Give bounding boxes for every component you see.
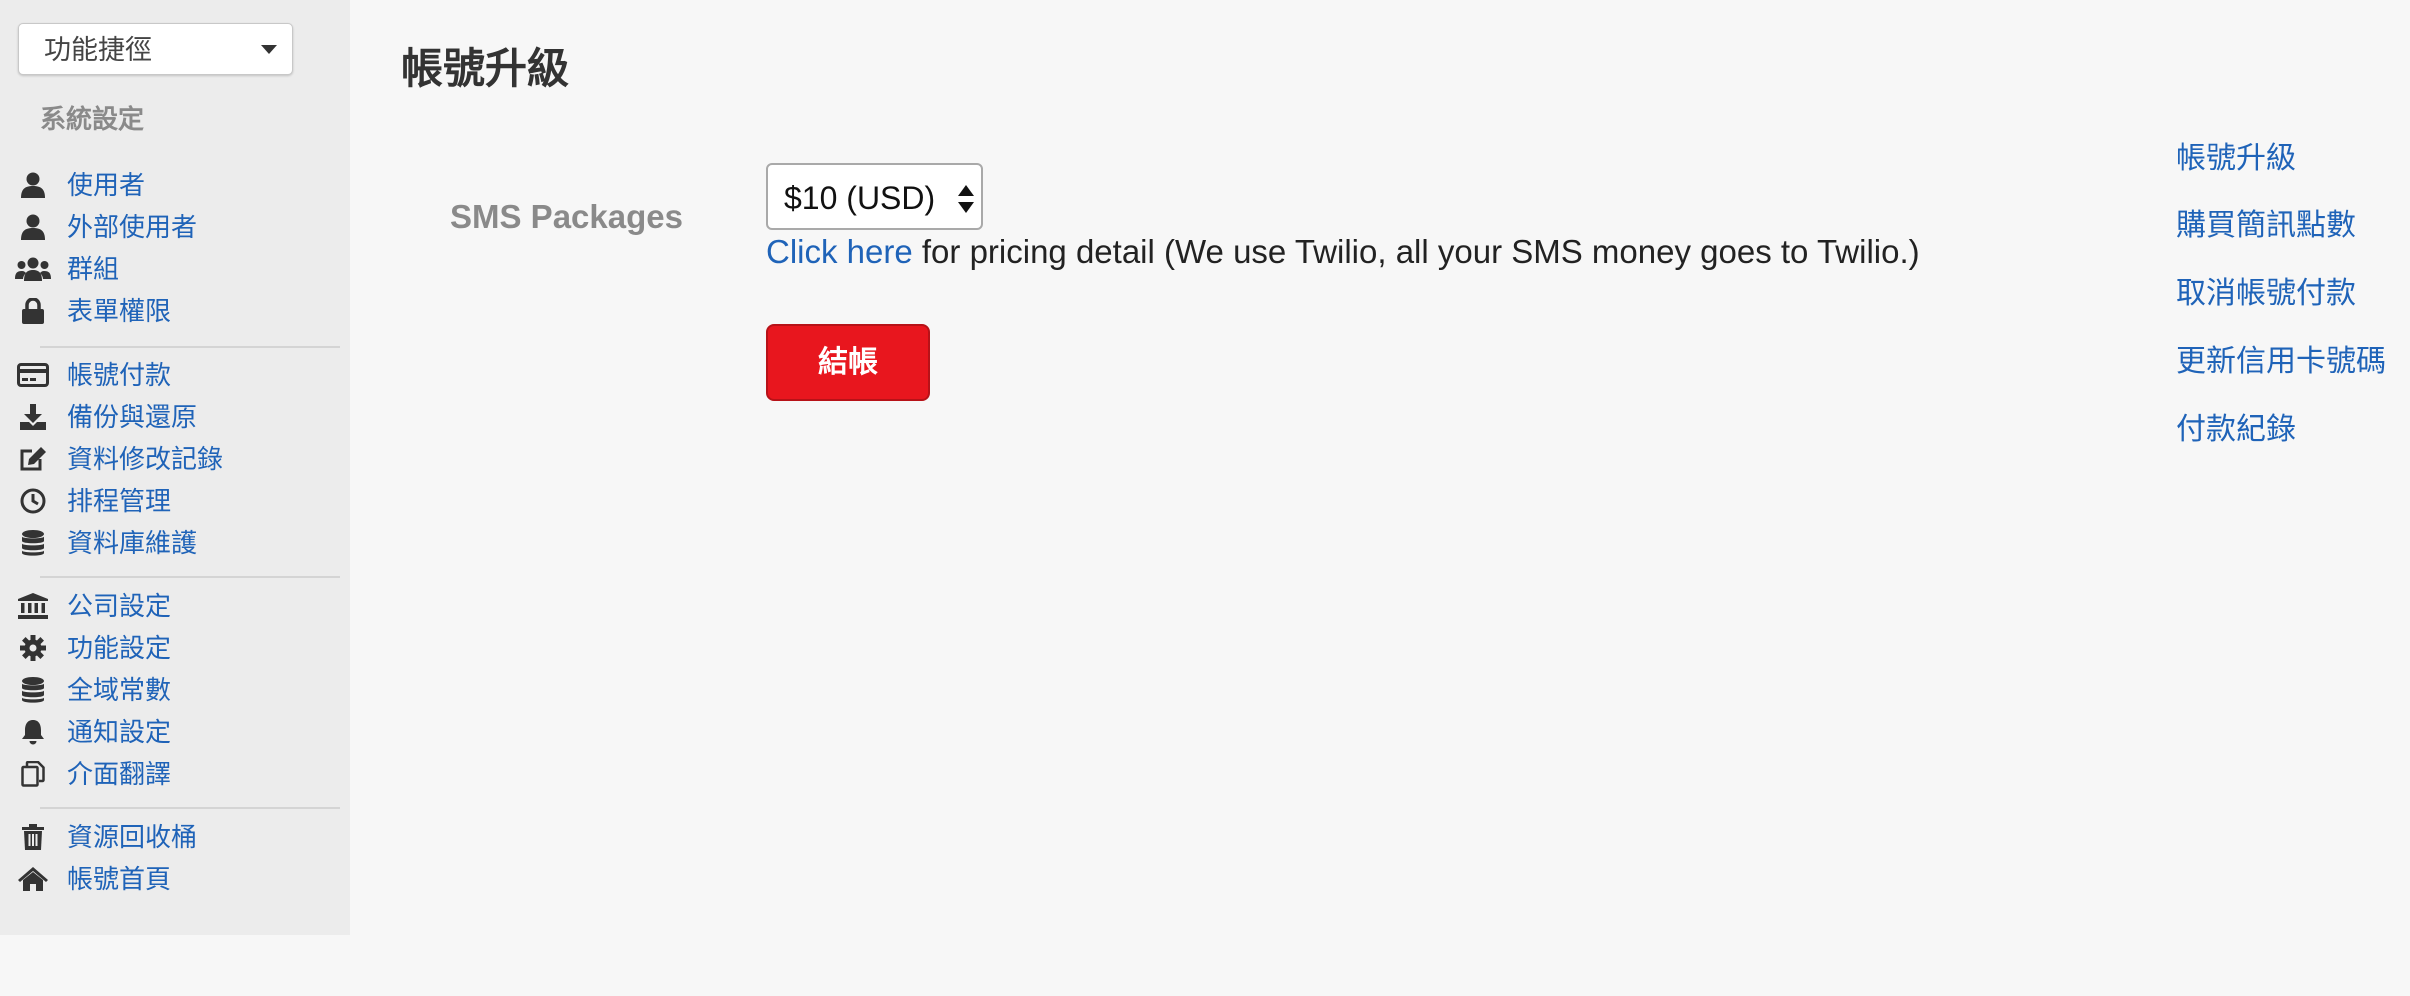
sidebar-item-label: 使用者 (67, 170, 146, 200)
page-title: 帳號升級 (401, 45, 570, 92)
sidebar-item-label: 備份與還原 (67, 402, 198, 432)
sms-packages-label: SMS Packages (450, 198, 683, 235)
clock-icon (15, 486, 51, 516)
sidebar-item-schedule[interactable]: 排程管理 (0, 481, 345, 521)
right-nav-cancel-payment[interactable]: 取消帳號付款 (2176, 275, 2356, 313)
sidebar-item-label: 全域常數 (67, 675, 172, 705)
user-icon (15, 212, 51, 242)
sidebar-item-database-maintenance[interactable]: 資料庫維護 (0, 523, 345, 563)
bell-icon (15, 717, 51, 747)
sidebar-item-groups[interactable]: 群組 (0, 249, 345, 289)
sidebar-item-label: 排程管理 (67, 486, 172, 516)
sidebar-item-form-permissions[interactable]: 表單權限 (0, 291, 345, 331)
sidebar-item-feature-settings[interactable]: 功能設定 (0, 628, 345, 668)
sidebar-item-users[interactable]: 使用者 (0, 165, 345, 205)
database-icon (15, 675, 51, 705)
home-icon (15, 864, 51, 894)
sidebar-item-notification-settings[interactable]: 通知設定 (0, 712, 345, 752)
sidebar: 功能捷徑 系統設定 使用者 外部使用者 群組 表單權限 帳號付款 備份與還原 資… (0, 0, 350, 935)
sidebar-item-backup-restore[interactable]: 備份與還原 (0, 397, 345, 437)
credit-card-icon (15, 360, 51, 390)
sidebar-item-external-users[interactable]: 外部使用者 (0, 207, 345, 247)
database-icon (15, 528, 51, 558)
sidebar-item-label: 資料修改記錄 (67, 444, 224, 474)
gear-icon (15, 633, 51, 663)
sidebar-item-company-settings[interactable]: 公司設定 (0, 586, 345, 626)
sidebar-item-label: 通知設定 (67, 717, 172, 747)
right-nav-buy-sms-credits[interactable]: 購買簡訊點數 (2176, 207, 2356, 245)
sidebar-item-label: 群組 (67, 254, 120, 284)
sidebar-divider (40, 807, 340, 809)
sidebar-divider (40, 346, 340, 348)
sidebar-item-account-home[interactable]: 帳號首頁 (0, 859, 345, 899)
sidebar-item-label: 公司設定 (67, 591, 172, 621)
bank-icon (15, 591, 51, 621)
app-root: 功能捷徑 系統設定 使用者 外部使用者 群組 表單權限 帳號付款 備份與還原 資… (0, 0, 2410, 996)
sms-package-select[interactable]: $10 (USD) (766, 163, 983, 230)
lock-icon (15, 296, 51, 326)
users-icon (15, 254, 51, 284)
right-nav-update-credit-card[interactable]: 更新信用卡號碼 (2176, 343, 2386, 381)
sidebar-item-label: 功能設定 (67, 633, 172, 663)
user-icon (15, 170, 51, 200)
sidebar-item-label: 帳號付款 (67, 360, 172, 390)
sort-arrows-icon (957, 183, 975, 215)
sidebar-divider (40, 576, 340, 578)
download-icon (15, 402, 51, 432)
trash-icon (15, 822, 51, 852)
checkout-button[interactable]: 結帳 (766, 324, 930, 401)
right-nav-account-upgrade[interactable]: 帳號升級 (2176, 140, 2296, 178)
right-nav-payment-history[interactable]: 付款紀錄 (2176, 411, 2296, 449)
shortcut-dropdown-label: 功能捷徑 (44, 35, 152, 65)
sidebar-item-label: 帳號首頁 (67, 864, 172, 894)
sms-package-selected-value: $10 (USD) (784, 180, 936, 216)
sidebar-item-label: 表單權限 (67, 296, 172, 326)
pricing-detail-text: Click here for pricing detail (We use Tw… (766, 230, 1920, 274)
sidebar-item-label: 外部使用者 (67, 212, 198, 242)
sidebar-item-account-payment[interactable]: 帳號付款 (0, 355, 345, 395)
sidebar-item-label: 資料庫維護 (67, 528, 198, 558)
sidebar-item-global-constants[interactable]: 全域常數 (0, 670, 345, 710)
shortcut-dropdown[interactable]: 功能捷徑 (18, 23, 293, 75)
sidebar-item-change-log[interactable]: 資料修改記錄 (0, 439, 345, 479)
copy-icon (15, 759, 51, 789)
sidebar-item-label: 介面翻譯 (67, 759, 172, 789)
sidebar-item-label: 資源回收桶 (67, 822, 198, 852)
pricing-detail-description: for pricing detail (We use Twilio, all y… (912, 233, 1920, 270)
caret-down-icon (261, 45, 277, 54)
edit-icon (15, 444, 51, 474)
sidebar-item-recycle-bin[interactable]: 資源回收桶 (0, 817, 345, 857)
sidebar-section-title: 系統設定 (40, 104, 145, 134)
sidebar-item-interface-translation[interactable]: 介面翻譯 (0, 754, 345, 794)
pricing-detail-link[interactable]: Click here (766, 233, 913, 270)
